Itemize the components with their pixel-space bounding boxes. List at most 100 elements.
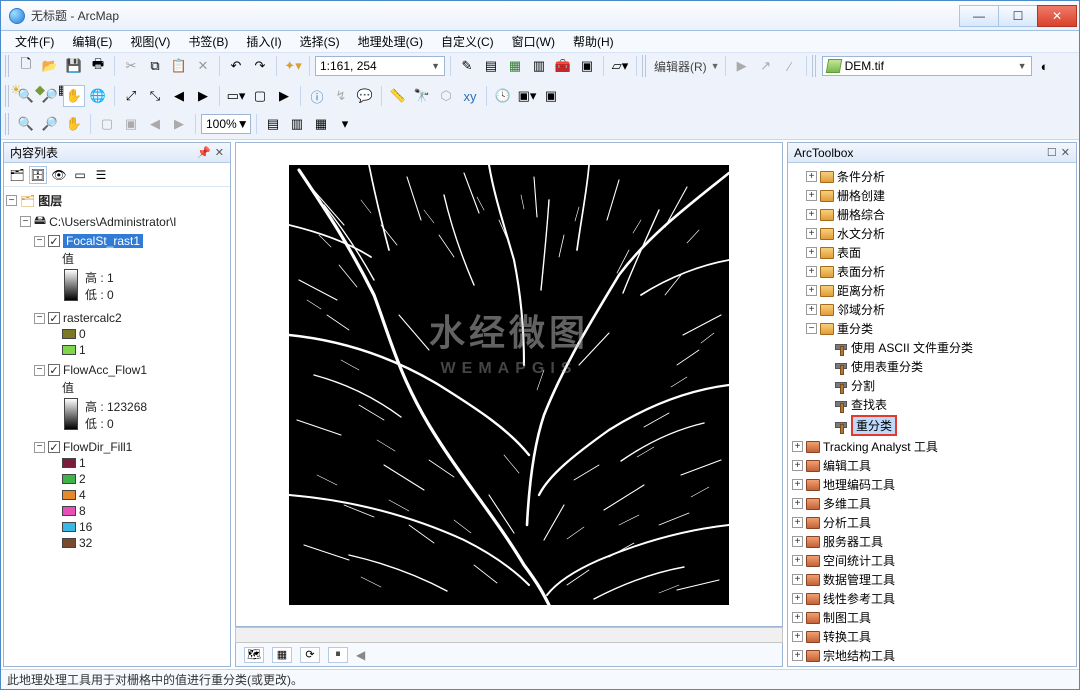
toolbox-cartography[interactable]: + 制图工具 (792, 608, 1072, 627)
find-icon[interactable]: 🔭 (411, 85, 433, 107)
edit-tool-icon[interactable]: ▶ (731, 55, 753, 77)
tool-lookup[interactable]: 查找表 (834, 395, 1072, 414)
menu-help[interactable]: 帮助(H) (565, 31, 622, 52)
menu-window[interactable]: 窗口(W) (504, 31, 563, 52)
list-by-selection-icon[interactable]: ▭ (71, 166, 89, 184)
close-button[interactable]: ✕ (1037, 5, 1077, 27)
copy-icon[interactable]: ⧉ (144, 55, 166, 77)
toolset-distance[interactable]: + 距离分析 (806, 281, 1072, 300)
add-data-icon[interactable]: ✦▾ (282, 55, 304, 77)
data-view-tab[interactable]: 🗺 (244, 647, 264, 663)
delete-icon[interactable]: ✕ (192, 55, 214, 77)
map-h-scrollbar[interactable] (235, 627, 783, 643)
list-by-source-icon[interactable]: 🗄 (29, 166, 47, 184)
toolset-surface-analysis[interactable]: + 表面分析 (806, 262, 1072, 281)
select-features-icon[interactable]: ▭▾ (225, 85, 247, 107)
collapse-icon[interactable]: − (34, 313, 45, 324)
toc-layer-flowdir[interactable]: FlowDir_Fill1 (63, 440, 132, 454)
fixed-zoom-out-icon[interactable]: ⤡ (144, 85, 166, 107)
layout-full-icon[interactable]: ▢ (96, 113, 118, 135)
map-scale-combo[interactable]: 1:161, 254 ▼ (315, 56, 445, 76)
layout-forward-icon[interactable]: ▶ (168, 113, 190, 135)
arctoolbox-body[interactable]: + 条件分析 + 栅格创建 + 栅格综合 + 水文分析 + 表面 + 表面分析 … (788, 163, 1076, 666)
html-popup-icon[interactable]: 💬 (354, 85, 376, 107)
zoom-out-icon[interactable]: 🔎 (39, 85, 61, 107)
pause-drawing-icon[interactable]: ⏸ (328, 647, 348, 663)
collapse-icon[interactable]: − (34, 442, 45, 453)
menu-bookmark[interactable]: 书签(B) (180, 31, 236, 52)
refresh-view-icon[interactable]: ⟳ (300, 647, 320, 663)
toggle-draft-icon[interactable]: ▥ (286, 113, 308, 135)
toolset-neighborhood[interactable]: + 邻域分析 (806, 300, 1072, 319)
list-by-drawing-icon[interactable]: 🗂 (8, 166, 26, 184)
change-layout-icon[interactable]: ▾ (334, 113, 356, 135)
collapse-icon[interactable]: − (34, 236, 45, 247)
toolbar-grip[interactable] (5, 85, 11, 107)
print-icon[interactable]: 🖶 (87, 55, 109, 77)
maximize-button[interactable]: ☐ (998, 5, 1038, 27)
model-builder-icon[interactable]: ▱▾ (609, 55, 631, 77)
collapse-icon[interactable]: − (20, 216, 31, 227)
close-pane-icon[interactable]: ✕ (1061, 146, 1070, 159)
measure-icon[interactable]: 📏 (387, 85, 409, 107)
editor-toolbar-icon[interactable]: ✎ (456, 55, 478, 77)
layer-combo[interactable]: DEM.tif ▼ (822, 56, 1032, 76)
layer-checkbox[interactable]: ✓ (48, 235, 60, 247)
toolset-reclass[interactable]: − 重分类 (806, 319, 1072, 338)
toolbox-geocoding[interactable]: + 地理编码工具 (792, 475, 1072, 494)
menu-customize[interactable]: 自定义(C) (433, 31, 502, 52)
tool-slice[interactable]: 分割 (834, 376, 1072, 395)
forward-extent-icon[interactable]: ▶ (192, 85, 214, 107)
layout-view-tab[interactable]: ▦ (272, 647, 292, 663)
focus-data-frame-icon[interactable]: ▦ (310, 113, 332, 135)
pan-icon[interactable]: ✋ (63, 85, 85, 107)
toolbox-editing[interactable]: + 编辑工具 (792, 456, 1072, 475)
time-slider-icon[interactable]: 🕓 (492, 85, 514, 107)
clear-selection-icon[interactable]: ▢ (249, 85, 271, 107)
toolset-raster-create[interactable]: + 栅格创建 (806, 186, 1072, 205)
toolset-raster-general[interactable]: + 栅格综合 (806, 205, 1072, 224)
toolbox-tracking-analyst[interactable]: + Tracking Analyst 工具 (792, 437, 1072, 456)
toolset-conditional[interactable]: + 条件分析 (806, 167, 1072, 186)
data-driven-pages-icon[interactable]: ▤ (262, 113, 284, 135)
menu-geoprocessing[interactable]: 地理处理(G) (350, 31, 431, 52)
tool-reclass-by-ascii[interactable]: 使用 ASCII 文件重分类 (834, 338, 1072, 357)
find-route-icon[interactable]: ⬡ (435, 85, 457, 107)
layer-checkbox[interactable]: ✓ (48, 312, 60, 324)
tool-reclassify[interactable]: 重分类 (834, 414, 1072, 437)
toolbox-data-management[interactable]: + 数据管理工具 (792, 570, 1072, 589)
toolbox-analysis[interactable]: + 分析工具 (792, 513, 1072, 532)
zoom-in-icon[interactable]: 🔍 (15, 85, 37, 107)
collapse-icon[interactable]: − (34, 365, 45, 376)
close-pane-icon[interactable]: ✕ (215, 146, 224, 159)
contrast-icon[interactable]: ◐ (1034, 55, 1056, 77)
edit-annotation-icon[interactable]: ∕ (779, 55, 801, 77)
cut-icon[interactable]: ✂ (120, 55, 142, 77)
layer-checkbox[interactable]: ✓ (48, 364, 60, 376)
pin-icon[interactable]: 📌 (197, 146, 211, 159)
toolbox-conversion[interactable]: + 转换工具 (792, 627, 1072, 646)
save-icon[interactable]: 💾 (63, 55, 85, 77)
toolbox-multidimension[interactable]: + 多维工具 (792, 494, 1072, 513)
layer-checkbox[interactable]: ✓ (48, 441, 60, 453)
menu-select[interactable]: 选择(S) (292, 31, 348, 52)
toolbar-grip[interactable] (5, 113, 11, 135)
catalog-icon[interactable]: ▦ (504, 55, 526, 77)
viewer-window-icon[interactable]: ▣ (540, 85, 562, 107)
toc-layer-flowacc[interactable]: FlowAcc_Flow1 (63, 363, 147, 377)
toc-body[interactable]: − 🗂 图层 − 🖴 C:\Users\Administrator\I − ✓ … (4, 187, 230, 666)
toolbar-grip[interactable] (5, 55, 11, 77)
toolbar-grip[interactable] (642, 55, 648, 77)
identify-icon[interactable]: ⓘ (306, 85, 328, 107)
toolbar-grip[interactable] (812, 55, 818, 77)
toolset-surface[interactable]: + 表面 (806, 243, 1072, 262)
minimize-button[interactable]: — (959, 5, 999, 27)
zoom-percent-combo[interactable]: 100% ▼ (201, 114, 251, 134)
tool-reclass-by-table[interactable]: 使用表重分类 (834, 357, 1072, 376)
redo-icon[interactable]: ↷ (249, 55, 271, 77)
menu-insert[interactable]: 插入(I) (238, 31, 289, 52)
new-icon[interactable]: 🗋 (15, 55, 37, 77)
edit-vertices-icon[interactable]: ↗ (755, 55, 777, 77)
menu-view[interactable]: 视图(V) (122, 31, 178, 52)
arctoolbox-icon[interactable]: 🧰 (552, 55, 574, 77)
